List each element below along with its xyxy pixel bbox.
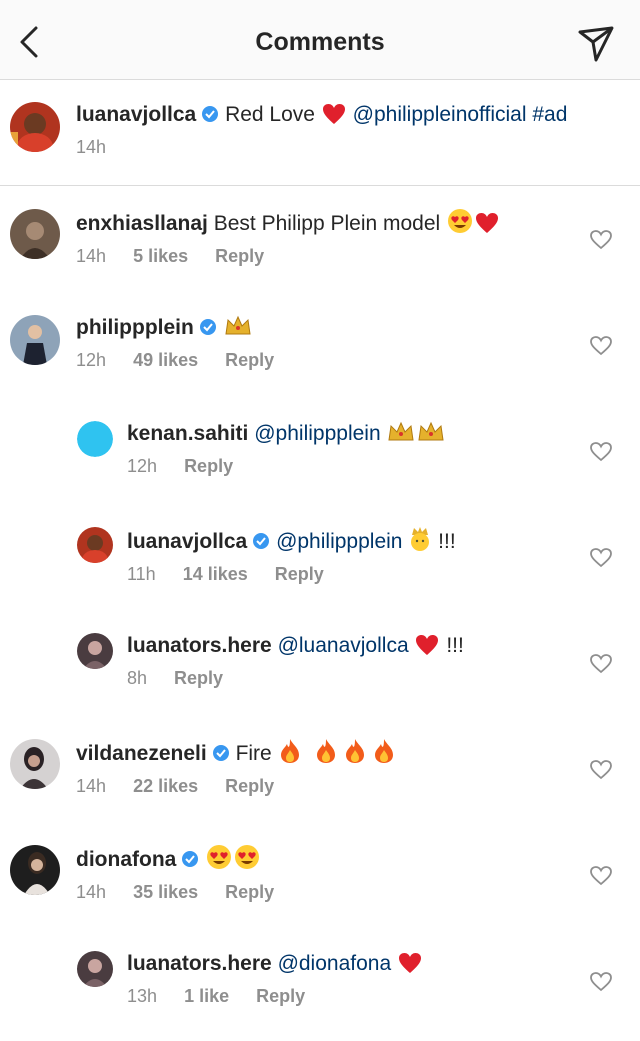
username[interactable]: philippplein [76,316,194,339]
red-heart-icon [476,213,499,233]
reply-item: luanators.here @luanavjollca !!! 8h Repl… [0,611,640,717]
like-heart-icon[interactable] [590,230,612,250]
crown-emoji-icon [418,421,445,441]
like-heart-icon[interactable] [590,760,612,780]
fire-emoji-icon [280,739,299,763]
crown-emoji-icon [388,421,415,441]
reply-button[interactable]: Reply [174,668,223,688]
reply-item: luanators.here @dionafona 13h 1 like Rep… [0,929,640,1035]
like-heart-icon[interactable] [590,548,612,568]
top-bar: Comments [0,0,640,80]
hashtag-link[interactable]: #ad [532,103,567,126]
avatar[interactable] [77,633,113,669]
red-heart-icon [416,635,439,655]
username[interactable]: luanavjollca [76,103,196,126]
timestamp: 8h [127,668,148,688]
crown-emoji-icon [225,315,251,335]
comment-item: philippplein 12h 49 likes Reply [0,293,640,399]
send-icon[interactable] [576,24,616,64]
heart-eyes-emoji-icon [448,209,473,233]
username[interactable]: vildanezeneli [76,742,207,765]
reply-button[interactable]: Reply [184,456,233,476]
likes-count[interactable]: 22 likes [133,776,198,796]
username[interactable]: luanators.here [127,952,272,975]
mention-link[interactable]: @dionafona [278,952,392,975]
like-heart-icon[interactable] [590,654,612,674]
heart-eyes-emoji-icon [207,845,232,869]
username[interactable]: luanators.here [127,634,272,657]
like-heart-icon[interactable] [590,442,612,462]
reply-button[interactable]: Reply [275,564,324,584]
comment-item: dionafona 14h 35 likes Reply [0,823,640,929]
timestamp: 14h [76,137,107,157]
red-heart-icon [398,953,421,973]
heart-eyes-emoji-icon [235,845,260,869]
likes-count[interactable]: 14 likes [183,564,248,584]
fire-emoji-icon [375,739,394,763]
king-emoji-icon [411,527,430,551]
reply-item: kenan.sahiti @philippplein 12h Reply [0,399,640,505]
mention-link[interactable]: @luanavjollca [278,634,409,657]
fire-emoji-icon [317,739,336,763]
reply-button[interactable]: Reply [225,882,274,902]
timestamp: 13h [127,986,158,1006]
fire-emoji-icon [346,739,365,763]
comment-text: Best Philipp Plein model [213,212,441,235]
mention-link[interactable]: @philippplein [276,530,402,553]
avatar[interactable] [10,315,60,365]
avatar[interactable] [10,739,60,789]
comment-item: enxhiasllanaj Best Philipp Plein model 1… [0,187,640,293]
avatar[interactable] [10,209,60,259]
caption-text: Red Love [225,103,315,126]
avatar[interactable] [77,527,113,563]
reply-button[interactable]: Reply [225,776,274,796]
comment-suffix: !!! [438,530,456,553]
username[interactable]: enxhiasllanaj [76,212,208,235]
timestamp: 11h [127,564,156,584]
mention-link[interactable]: @philippplein [254,422,380,445]
avatar[interactable] [77,951,113,987]
timestamp: 14h [76,776,107,796]
timestamp: 12h [127,456,158,476]
reply-button[interactable]: Reply [215,246,264,266]
comment-text: Fire [235,742,272,765]
comment-item: vildanezeneli Fire 14h 22 likes Reply [0,717,640,823]
likes-count[interactable]: 49 likes [133,350,198,370]
username[interactable]: kenan.sahiti [127,422,248,445]
avatar[interactable] [10,845,60,895]
post-caption: luanavjollca Red Love @philippleinoffici… [0,80,640,186]
red-heart-icon [322,104,345,124]
like-heart-icon[interactable] [590,972,612,992]
timestamp: 12h [76,350,107,370]
timestamp: 14h [76,246,107,266]
reply-button[interactable]: Reply [225,350,274,370]
page-title: Comments [255,28,385,56]
reply-item: luanavjollca @philippplein !!! 11h 14 li… [0,505,640,611]
timestamp: 14h [76,882,107,902]
mention-link[interactable]: @philippleinofficial [353,103,527,126]
like-heart-icon[interactable] [590,336,612,356]
verified-badge-icon [199,319,216,335]
verified-badge-icon [212,745,229,761]
like-heart-icon[interactable] [590,866,612,886]
likes-count[interactable]: 1 like [184,986,229,1006]
avatar[interactable] [10,102,60,152]
likes-count[interactable]: 5 likes [133,246,188,266]
comment-suffix: !!! [446,634,464,657]
username[interactable]: luanavjollca [127,530,247,553]
username[interactable]: dionafona [76,848,176,871]
likes-count[interactable]: 35 likes [133,882,198,902]
verified-badge-icon [202,106,219,122]
verified-badge-icon [182,851,199,867]
verified-badge-icon [253,533,270,549]
avatar[interactable] [77,421,113,457]
reply-button[interactable]: Reply [256,986,305,1006]
